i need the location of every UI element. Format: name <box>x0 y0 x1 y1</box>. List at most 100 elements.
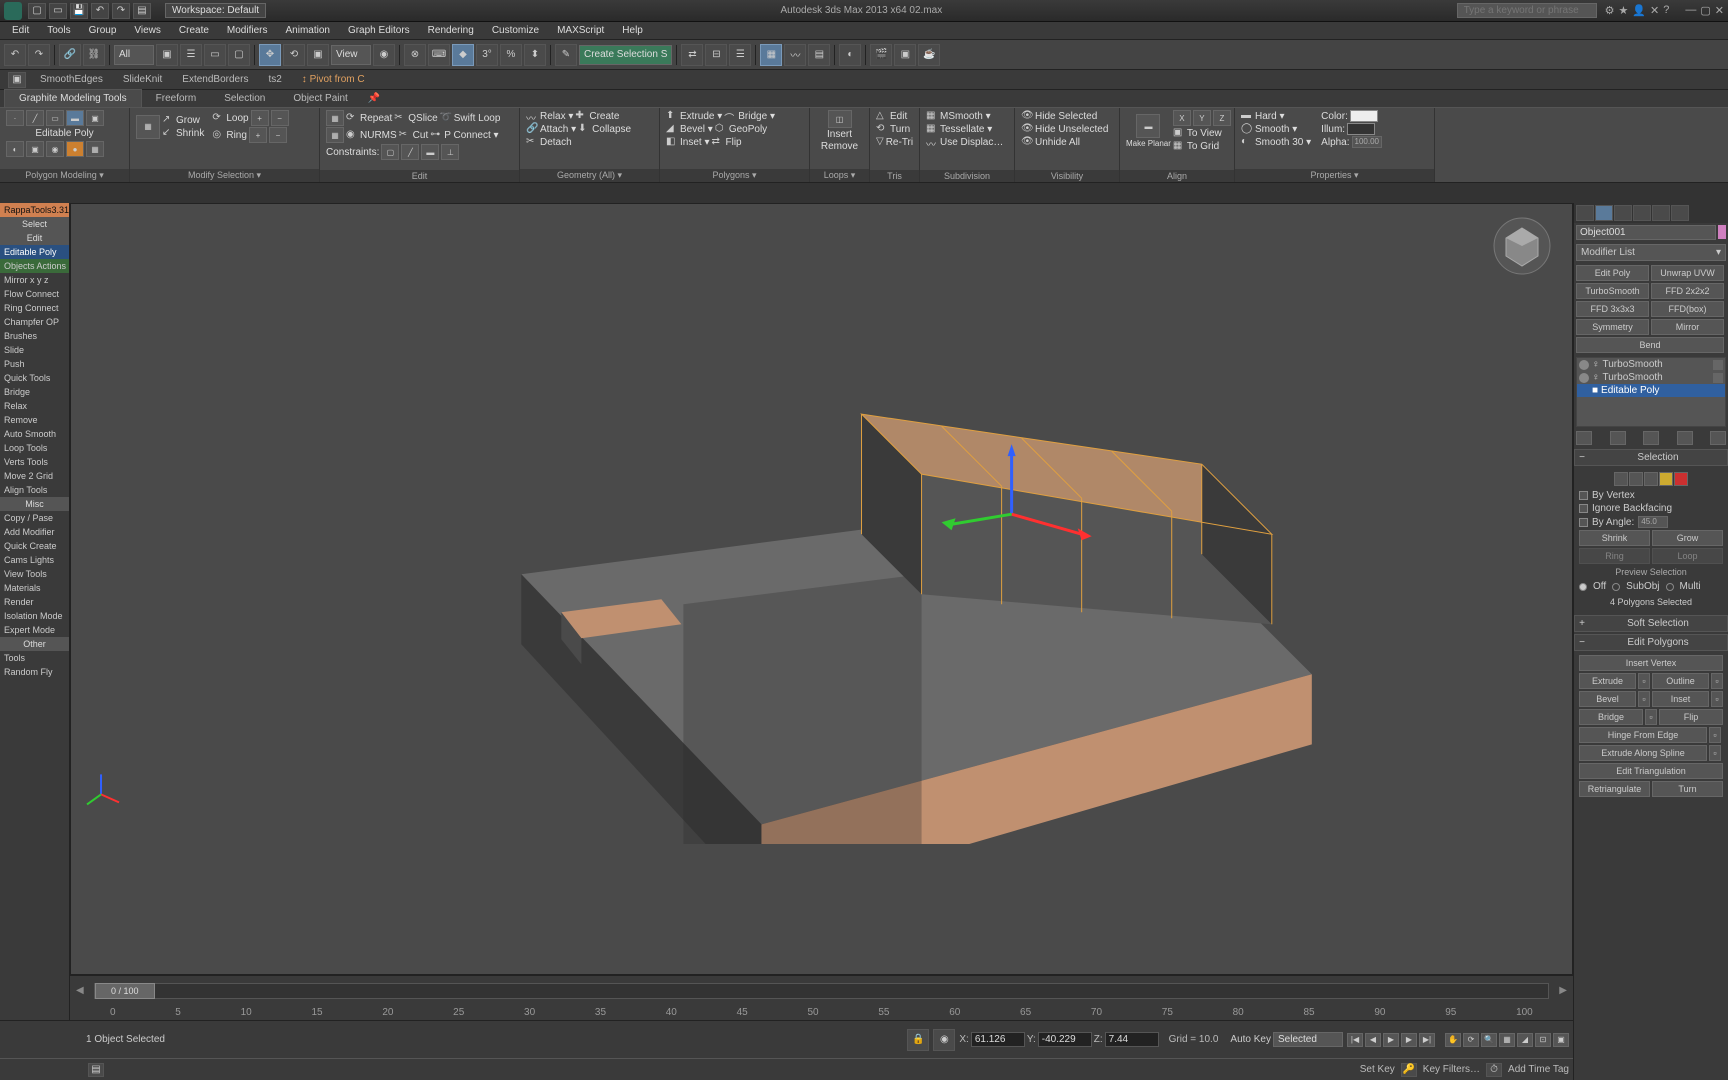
btn-inset[interactable]: Inset <box>1652 691 1709 707</box>
cut-icon[interactable]: ✂ <box>399 129 411 141</box>
qslice-label[interactable]: QSlice <box>408 113 437 124</box>
time-prev-icon[interactable]: ◀ <box>70 985 90 996</box>
swift-loop-icon[interactable]: ➰ <box>440 112 452 124</box>
z-input[interactable]: 7.44 <box>1105 1032 1159 1047</box>
tab-hierarchy-icon[interactable] <box>1614 205 1632 221</box>
lp-copy-paste[interactable]: Copy / Pase <box>0 511 69 525</box>
lp-render[interactable]: Render <box>0 595 69 609</box>
btn-inset-set[interactable]: ▫ <box>1711 691 1723 707</box>
keymode-combo[interactable]: Selected <box>1273 1032 1343 1047</box>
preview-icon[interactable]: ◐ <box>6 141 24 157</box>
play-icon[interactable]: ▶ <box>1383 1033 1399 1047</box>
mirror-icon[interactable]: ⇄ <box>681 44 703 66</box>
element-mode-icon[interactable]: ▣ <box>86 110 104 126</box>
smooth30-label[interactable]: Smooth 30 ▾ <box>1255 137 1311 148</box>
edit-big-icon[interactable]: ▦ <box>326 110 344 126</box>
listener-icon[interactable]: ▤ <box>88 1063 104 1077</box>
ref-coord-system[interactable]: View <box>331 45 371 65</box>
tri-turn-label[interactable]: Turn <box>890 124 910 135</box>
bridge-icon[interactable]: ⌒ <box>724 110 736 122</box>
lp-group-select[interactable]: Select <box>0 217 69 231</box>
lp-group-other[interactable]: Other <box>0 637 69 651</box>
stack-eye-icon[interactable] <box>1579 360 1589 370</box>
loop-label[interactable]: Loop <box>226 113 248 124</box>
lp-isolation[interactable]: Isolation Mode <box>0 609 69 623</box>
time-slider[interactable]: 0 / 100 <box>94 983 1550 999</box>
detach-icon[interactable]: ✂ <box>526 136 538 148</box>
next-frame-icon[interactable]: ▶ <box>1401 1033 1417 1047</box>
btn-hinge-set[interactable]: ▫ <box>1709 727 1721 743</box>
minimize-icon[interactable]: — <box>1685 4 1696 17</box>
grow-icon[interactable]: ↗ <box>162 114 174 126</box>
rt-slideknit[interactable]: SlideKnit <box>117 73 168 86</box>
rt-extendborders[interactable]: ExtendBorders <box>176 73 254 86</box>
btn-flip[interactable]: Flip <box>1659 709 1723 725</box>
btn-turn[interactable]: Turn <box>1652 781 1723 797</box>
lp-quick-create[interactable]: Quick Create <box>0 539 69 553</box>
btn-extalong[interactable]: Extrude Along Spline <box>1579 745 1707 761</box>
btn-grow[interactable]: Grow <box>1652 530 1723 546</box>
maximize-icon[interactable]: ▢ <box>1700 4 1710 17</box>
btn-extrude-set[interactable]: ▫ <box>1638 673 1650 689</box>
lp-loop-tools[interactable]: Loop Tools <box>0 441 69 455</box>
remove-label[interactable]: Remove <box>821 141 858 152</box>
named-selection-set[interactable]: Create Selection S <box>579 45 672 65</box>
insert-loop-icon[interactable]: ◫ <box>828 110 852 128</box>
radio-off[interactable] <box>1579 583 1587 591</box>
flip-icon[interactable]: ⇄ <box>711 136 723 148</box>
lp-align-tools[interactable]: Align Tools <box>0 483 69 497</box>
mod-symmetry[interactable]: Symmetry <box>1576 319 1649 335</box>
color-swatch[interactable] <box>1350 110 1378 122</box>
menu-tools[interactable]: Tools <box>39 23 78 38</box>
flip-label[interactable]: Flip <box>725 137 741 148</box>
btn-outline-set[interactable]: ▫ <box>1711 673 1723 689</box>
retri-label[interactable]: Re-Tri <box>886 137 913 148</box>
attach-label[interactable]: Attach ▾ <box>540 124 576 135</box>
menu-customize[interactable]: Customize <box>484 23 547 38</box>
so-edge-icon[interactable] <box>1629 472 1643 486</box>
remove-mod-icon[interactable] <box>1677 431 1693 445</box>
lp-materials[interactable]: Materials <box>0 581 69 595</box>
tri-edit-icon[interactable]: △ <box>876 110 888 122</box>
lp-chamfer[interactable]: Champfer OP <box>0 315 69 329</box>
unhide-label[interactable]: Unhide All <box>1035 137 1080 148</box>
mod-ffd222[interactable]: FFD 2x2x2 <box>1651 283 1724 299</box>
isolate-icon[interactable]: ◉ <box>933 1029 955 1051</box>
keyboard-shortcut-icon[interactable]: ⌨ <box>428 44 450 66</box>
lp-group-misc[interactable]: Misc <box>0 497 69 511</box>
menu-grapheditors[interactable]: Graph Editors <box>340 23 418 38</box>
attach-icon[interactable]: 🔗 <box>526 123 538 135</box>
signin-icon[interactable]: 👤 <box>1632 4 1646 17</box>
window-cross-icon[interactable]: ▢ <box>228 44 250 66</box>
bridge-label[interactable]: Bridge ▾ <box>738 111 775 122</box>
so-element-icon[interactable] <box>1674 472 1688 486</box>
lp-expert[interactable]: Expert Mode <box>0 623 69 637</box>
qat-project-icon[interactable]: ▤ <box>133 3 151 19</box>
autokey-label[interactable]: Auto Key <box>1230 1034 1271 1045</box>
material-editor-icon[interactable]: ◐ <box>839 44 861 66</box>
geopoly-icon[interactable]: ⬡ <box>715 123 727 135</box>
tab-freeform[interactable]: Freeform <box>142 90 211 107</box>
rt-smoothedges[interactable]: SmoothEdges <box>34 73 109 86</box>
pin-stack-icon[interactable] <box>1576 431 1592 445</box>
stack-editable-poly[interactable]: ■Editable Poly <box>1577 384 1725 397</box>
addtimetag-label[interactable]: Add Time Tag <box>1508 1064 1569 1075</box>
tab-display-icon[interactable] <box>1652 205 1670 221</box>
ring-label[interactable]: Ring <box>226 130 247 141</box>
toview-icon[interactable]: ▣ <box>1173 127 1185 139</box>
stack-eye-icon[interactable] <box>1579 373 1589 383</box>
create-icon[interactable]: ✚ <box>575 110 587 122</box>
ribbon-pin-icon[interactable]: 📌 <box>362 90 386 107</box>
angle-spinner[interactable]: 45.0 <box>1638 516 1668 528</box>
panel-lbl-polygons[interactable]: Polygons ▾ <box>660 169 809 182</box>
togrid-label[interactable]: To Grid <box>1187 141 1219 152</box>
link-icon[interactable]: 🔗 <box>59 44 81 66</box>
extrude-label[interactable]: Extrude ▾ <box>680 111 722 122</box>
lp-cams-lights[interactable]: Cams Lights <box>0 553 69 567</box>
pconnect-icon[interactable]: ⊶ <box>430 129 442 141</box>
tri-turn-icon[interactable]: ⟲ <box>876 123 888 135</box>
lp-quick-tools[interactable]: Quick Tools <box>0 371 69 385</box>
lp-tools[interactable]: Tools <box>0 651 69 665</box>
stack-eye-icon[interactable] <box>1579 386 1589 396</box>
nurms-icon[interactable]: ◉ <box>346 129 358 141</box>
